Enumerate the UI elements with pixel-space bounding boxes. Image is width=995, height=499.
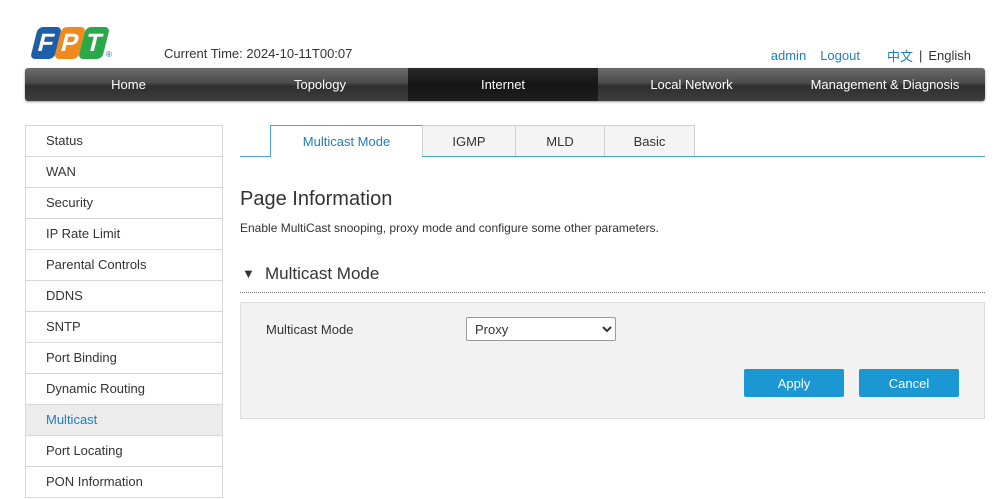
sidebar-item-wan[interactable]: WAN xyxy=(26,157,222,188)
nav-topology[interactable]: Topology xyxy=(232,68,408,101)
lang-english-link[interactable]: English xyxy=(928,48,971,63)
cancel-button[interactable]: Cancel xyxy=(859,369,959,397)
multicast-mode-select[interactable]: Proxy xyxy=(466,317,616,341)
multicast-mode-label: Multicast Mode xyxy=(266,322,354,337)
sidebar-item-dynamic-routing[interactable]: Dynamic Routing xyxy=(26,374,222,405)
sidebar-item-status[interactable]: Status xyxy=(26,126,222,157)
tab-bar: Multicast Mode IGMP MLD Basic xyxy=(240,125,985,157)
sidebar-item-pon-information[interactable]: PON Information xyxy=(26,467,222,498)
lang-chinese-link[interactable]: 中文 xyxy=(887,46,913,65)
nav-home[interactable]: Home xyxy=(25,68,232,101)
sidebar: Status WAN Security IP Rate Limit Parent… xyxy=(25,125,223,498)
main-nav: Home Topology Internet Local Network Man… xyxy=(25,68,985,101)
registered-mark: ® xyxy=(106,50,112,59)
sidebar-item-port-locating[interactable]: Port Locating xyxy=(26,436,222,467)
sidebar-item-security[interactable]: Security xyxy=(26,188,222,219)
tab-igmp[interactable]: IGMP xyxy=(422,125,516,156)
page-description: Enable MultiCast snooping, proxy mode an… xyxy=(240,221,659,235)
apply-button[interactable]: Apply xyxy=(744,369,844,397)
nav-local-network[interactable]: Local Network xyxy=(598,68,785,101)
sidebar-item-multicast[interactable]: Multicast xyxy=(26,405,222,436)
current-time-value: 2024-10-11T00:07 xyxy=(246,46,353,61)
nav-internet[interactable]: Internet xyxy=(408,68,598,101)
sidebar-item-ddns[interactable]: DDNS xyxy=(26,281,222,312)
sidebar-item-port-binding[interactable]: Port Binding xyxy=(26,343,222,374)
multicast-form-panel: Multicast Mode Proxy Apply Cancel xyxy=(240,302,985,419)
admin-link[interactable]: admin xyxy=(771,48,806,63)
tab-multicast-mode[interactable]: Multicast Mode xyxy=(270,125,423,157)
sidebar-item-ip-rate-limit[interactable]: IP Rate Limit xyxy=(26,219,222,250)
section-header[interactable]: ▼ Multicast Mode xyxy=(240,263,985,293)
sidebar-item-sntp[interactable]: SNTP xyxy=(26,312,222,343)
collapse-triangle-icon[interactable]: ▼ xyxy=(242,266,255,281)
sidebar-item-parental-controls[interactable]: Parental Controls xyxy=(26,250,222,281)
top-links: admin Logout 中文 | English xyxy=(771,46,971,65)
fpt-logo: F P T ® xyxy=(30,24,112,64)
current-time-label: Current Time: xyxy=(164,46,243,61)
tab-basic[interactable]: Basic xyxy=(604,125,695,156)
nav-management-diagnosis[interactable]: Management & Diagnosis xyxy=(785,68,985,101)
current-time: Current Time: 2024-10-11T00:07 xyxy=(164,46,352,61)
tab-mld[interactable]: MLD xyxy=(515,125,605,156)
logout-link[interactable]: Logout xyxy=(820,48,860,63)
lang-separator: | xyxy=(918,48,923,63)
page-title: Page Information xyxy=(240,188,393,210)
section-title: Multicast Mode xyxy=(265,264,380,283)
